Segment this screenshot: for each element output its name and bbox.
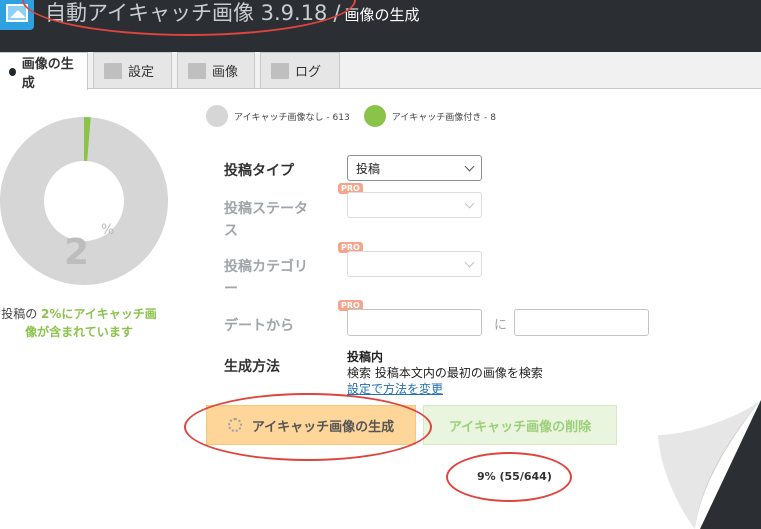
post-status-label-line1: 投稿ステータ: [224, 201, 308, 217]
legend-label-without: アイキャッチ画像なし - 613: [234, 112, 350, 123]
tab-images[interactable]: 画像: [177, 52, 255, 88]
summary-text: 投稿の 2%にアイキャッチ画 像が含まれています: [0, 305, 164, 341]
tab-label: 画像の生成: [21, 56, 74, 91]
title-separator: /: [333, 1, 341, 25]
chart-legend: アイキャッチ画像なし - 613 アイキャッチ画像付き - 8: [206, 105, 496, 127]
method-description: 検索 投稿本文内の最初の画像を検索: [347, 366, 543, 380]
tab-label: ログ: [295, 65, 322, 80]
date-to-label: に: [494, 318, 508, 333]
top-header: 自動アイキャッチ画像 3.9.18/画像の生成: [0, 0, 761, 52]
summary-suffix: 像が含まれています: [25, 325, 133, 339]
settings-icon: [104, 62, 122, 79]
page-name: 画像の生成: [344, 6, 420, 24]
post-status-label: 投稿ステータ ス: [224, 198, 308, 242]
log-icon: [271, 62, 289, 79]
summary-highlight: 2%にアイキャッチ画: [41, 307, 157, 321]
post-category-label-line1: 投稿カテゴリ: [224, 259, 308, 275]
chevron-down-icon: [464, 161, 475, 172]
delete-button-label: アイキャッチ画像の削除: [448, 419, 592, 435]
tab-log[interactable]: ログ: [260, 52, 340, 88]
date-to-input[interactable]: [514, 309, 649, 336]
legend-swatch-without: [206, 105, 228, 127]
date-from-input[interactable]: [347, 309, 482, 336]
post-type-select[interactable]: 投稿: [347, 155, 482, 181]
donut-percent-value: 2: [64, 232, 90, 273]
image-icon: [188, 62, 206, 79]
chevron-down-icon: [464, 198, 475, 209]
donut-percent-unit: %: [101, 222, 115, 238]
spinner-icon: [227, 418, 242, 432]
change-method-link[interactable]: 設定で方法を変更: [347, 380, 443, 397]
page-curl-decoration: [658, 400, 761, 529]
method-label: 生成方法: [224, 359, 280, 375]
legend-swatch-with: [363, 105, 386, 127]
generate-button[interactable]: アイキャッチ画像の生成: [206, 405, 416, 445]
legend-label-with: アイキャッチ画像付き - 8: [391, 112, 496, 123]
generate-button-label: アイキャッチ画像の生成: [251, 419, 395, 435]
post-category-label: 投稿カテゴリ ー: [224, 256, 308, 300]
tab-generate[interactable]: 画像の生成: [0, 52, 88, 91]
post-status-label-line2: ス: [224, 223, 238, 239]
post-category-label-line2: ー: [224, 281, 238, 297]
app-logo-icon: [0, 0, 34, 30]
dot-icon: [9, 67, 16, 76]
progress-text: 9% (55/644): [477, 470, 552, 483]
app-title: 自動アイキャッチ画像 3.9.18/画像の生成: [45, 0, 420, 27]
post-type-value: 投稿: [356, 162, 381, 176]
post-category-select[interactable]: [347, 251, 482, 277]
tab-divider: [0, 88, 761, 89]
post-type-label: 投稿タイプ: [224, 163, 294, 179]
chevron-down-icon: [464, 257, 475, 268]
app-title-text: 自動アイキャッチ画像 3.9.18: [45, 1, 328, 25]
date-from-label: デートから: [224, 318, 294, 334]
method-title: 投稿内: [347, 350, 384, 364]
tab-label: 設定: [128, 65, 155, 80]
summary-prefix: 投稿の: [1, 307, 42, 321]
delete-button[interactable]: アイキャッチ画像の削除: [423, 405, 617, 445]
tab-label: 画像: [212, 65, 239, 80]
tab-settings[interactable]: 設定: [93, 52, 172, 88]
post-status-select[interactable]: [347, 192, 482, 218]
